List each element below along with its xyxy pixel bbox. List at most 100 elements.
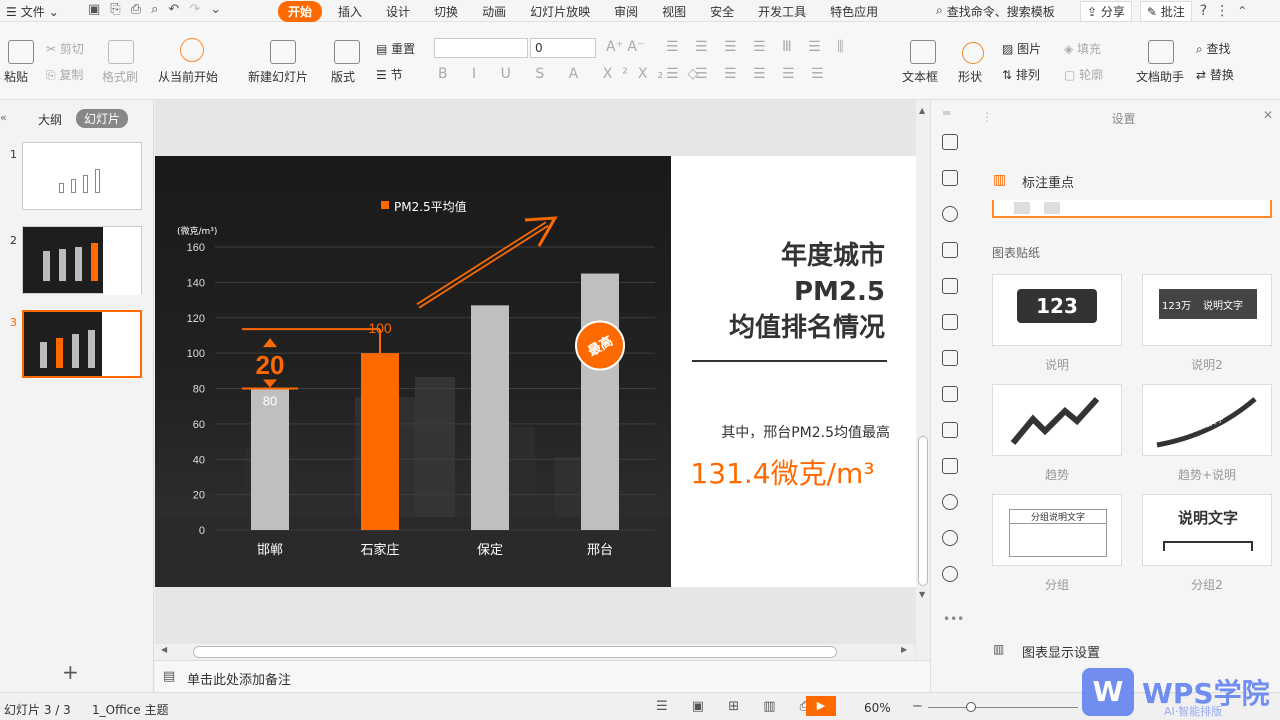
zoom-out-icon[interactable]: − — [912, 699, 923, 714]
new-slide-button[interactable]: 新建幻灯片 — [248, 68, 308, 85]
zoom-slider[interactable] — [928, 707, 1078, 708]
scroll-left-icon[interactable]: ◀ — [161, 645, 167, 654]
slide-thumbnail-2[interactable] — [22, 226, 142, 295]
sticker-card-group[interactable]: 分组说明文字 — [992, 494, 1122, 566]
close-icon[interactable]: ✕ — [1263, 108, 1273, 122]
tab-home[interactable]: 开始 — [278, 1, 323, 22]
tab-slides[interactable]: 幻灯片 — [76, 109, 129, 128]
collapse-panel-icon[interactable]: « — [0, 111, 7, 124]
arrange-button[interactable]: ⇅ 排列 — [1002, 66, 1040, 83]
add-slide-button[interactable]: + — [62, 660, 79, 684]
cut-button[interactable]: ✂ 剪切 — [46, 40, 84, 57]
highlight-preview[interactable] — [992, 200, 1272, 218]
vertical-scrollbar[interactable]: ▲ ▼ — [916, 100, 930, 660]
file-menu[interactable]: ☰ 文件 ⌄ — [6, 3, 59, 20]
tab-slideshow[interactable]: 幻灯片放映 — [518, 0, 602, 23]
tab-transition[interactable]: 切换 — [422, 0, 470, 23]
print-icon[interactable]: ⎙ — [131, 2, 141, 17]
font-size-select[interactable]: 0 — [530, 38, 596, 58]
save-icon[interactable]: ▣ — [88, 2, 100, 17]
paste-button[interactable]: 粘贴 — [4, 68, 28, 85]
layout-icon[interactable] — [334, 40, 360, 64]
format-painter-button[interactable]: 格式刷 — [102, 68, 138, 85]
zoom-level[interactable]: 60% — [864, 701, 891, 715]
shape-icon[interactable] — [962, 42, 984, 64]
doc-assistant-icon[interactable] — [1148, 40, 1174, 64]
layout-button[interactable]: 版式 — [331, 68, 355, 85]
tab-view[interactable]: 视图 — [650, 0, 698, 23]
tab-design[interactable]: 设计 — [374, 0, 422, 23]
preview-icon[interactable]: ⌕ — [151, 2, 158, 17]
scroll-right-icon[interactable]: ▶ — [901, 645, 907, 654]
chart-display-settings[interactable]: 图表显示设置 — [1022, 642, 1100, 661]
align-icons[interactable]: ☰ ☰ ☰ ☰ ☰ ☰ — [666, 66, 830, 82]
grow-font-icon[interactable]: A⁺ A⁻ — [606, 39, 644, 55]
slide-thumbnail-1[interactable] — [22, 142, 142, 210]
replace-button[interactable]: ⇄ 替换 — [1196, 66, 1234, 83]
archive-icon[interactable] — [942, 386, 958, 402]
play-button[interactable]: ▶ — [806, 696, 836, 716]
tab-outline[interactable]: 大纲 — [38, 111, 62, 128]
copy-button[interactable]: ⎘ 复制 — [46, 66, 83, 83]
doc-assistant-button[interactable]: 文档助手 — [1136, 68, 1184, 85]
help-icon[interactable]: ? — [1200, 3, 1207, 19]
scroll-thumb[interactable] — [193, 646, 837, 658]
chevron-down-icon[interactable]: ⌄ — [210, 2, 221, 17]
play-icon[interactable] — [180, 38, 204, 62]
paste-icon[interactable] — [8, 40, 34, 64]
pin-icon[interactable] — [942, 134, 958, 150]
scroll-up-icon[interactable]: ▲ — [919, 106, 925, 115]
shield-icon[interactable] — [942, 494, 958, 510]
collapse-icon[interactable]: ⌃ — [1237, 4, 1247, 18]
notes-placeholder[interactable]: 单击此处添加备注 — [187, 669, 291, 688]
slide-thumbnail-3[interactable] — [22, 310, 142, 378]
tab-features[interactable]: 特色应用 — [818, 0, 890, 23]
sticker-card-note[interactable]: 123 — [992, 274, 1122, 346]
font-family-select[interactable] — [434, 38, 528, 58]
start-from-current-button[interactable]: 从当前开始 — [158, 68, 218, 85]
image-icon[interactable] — [942, 422, 958, 438]
export-icon[interactable]: ⎘ — [110, 2, 120, 17]
copy-style-icon[interactable] — [942, 170, 958, 186]
scroll-down-icon[interactable]: ▼ — [919, 590, 925, 599]
adjust-icon[interactable] — [942, 278, 958, 294]
paragraph-icons[interactable]: ☰ ☰ ☰ ☰ Ⅲ ☰ ⫼ — [666, 39, 850, 55]
tab-insert[interactable]: 插入 — [326, 0, 374, 23]
scroll-thumb[interactable] — [918, 436, 928, 586]
textbox-icon[interactable] — [910, 40, 936, 64]
outline-button[interactable]: ▢ 轮廓 — [1064, 66, 1103, 83]
export-icon[interactable] — [942, 350, 958, 366]
shape-style-icon[interactable] — [942, 206, 958, 222]
new-slide-icon[interactable] — [270, 40, 296, 64]
view-buttons[interactable]: ☰ ▣ ⊞ ▥ ⎙ — [656, 699, 820, 714]
sticker-card-trend-note[interactable]: 趋势说明文字 — [1142, 384, 1272, 456]
tab-developer[interactable]: 开发工具 — [746, 0, 818, 23]
undo-icon[interactable]: ↶ — [168, 2, 179, 17]
zoom-slider-thumb[interactable] — [966, 702, 976, 712]
command-search[interactable]: ⌕ 查找命令、搜索模板 — [936, 3, 1055, 20]
format-painter-icon[interactable] — [108, 40, 134, 64]
sticker-card-trend[interactable] — [992, 384, 1122, 456]
share-button[interactable]: ⇪ 分享 — [1080, 0, 1132, 22]
picture-icon[interactable] — [942, 314, 958, 330]
shape-button[interactable]: 形状 — [958, 68, 982, 85]
find-button[interactable]: ⌕ 查找 — [1196, 40, 1231, 57]
comment-button[interactable]: ✎ 批注 — [1139, 0, 1192, 22]
more-icon[interactable]: ••• — [943, 612, 964, 626]
history-icon[interactable] — [942, 530, 958, 546]
tab-animation[interactable]: 动画 — [470, 0, 518, 23]
section-button[interactable]: ☰ 节 — [376, 66, 403, 83]
picture-button[interactable]: ▨ 图片 — [1002, 40, 1041, 57]
more-icon[interactable]: ⋮ — [1215, 3, 1229, 19]
horizontal-scrollbar[interactable]: ◀ ▶ — [155, 644, 915, 660]
sticker-card-group2[interactable]: 说明文字 — [1142, 494, 1272, 566]
audio-icon[interactable] — [942, 458, 958, 474]
fill-icon[interactable] — [942, 242, 958, 258]
notes-pane[interactable]: ▤ 单击此处添加备注 — [155, 660, 930, 692]
redo-icon[interactable]: ↷ — [189, 2, 200, 17]
help-icon[interactable] — [942, 566, 958, 582]
textbox-button[interactable]: 文本框 — [902, 68, 938, 85]
slide-3[interactable]: PM2.5平均值 (微克/m³) 0 20 40 60 80 100 120 140 160 邯郸… — [155, 156, 916, 587]
sticker-card-note2[interactable]: 123万 说明文字 — [1142, 274, 1272, 346]
tab-review[interactable]: 审阅 — [602, 0, 650, 23]
